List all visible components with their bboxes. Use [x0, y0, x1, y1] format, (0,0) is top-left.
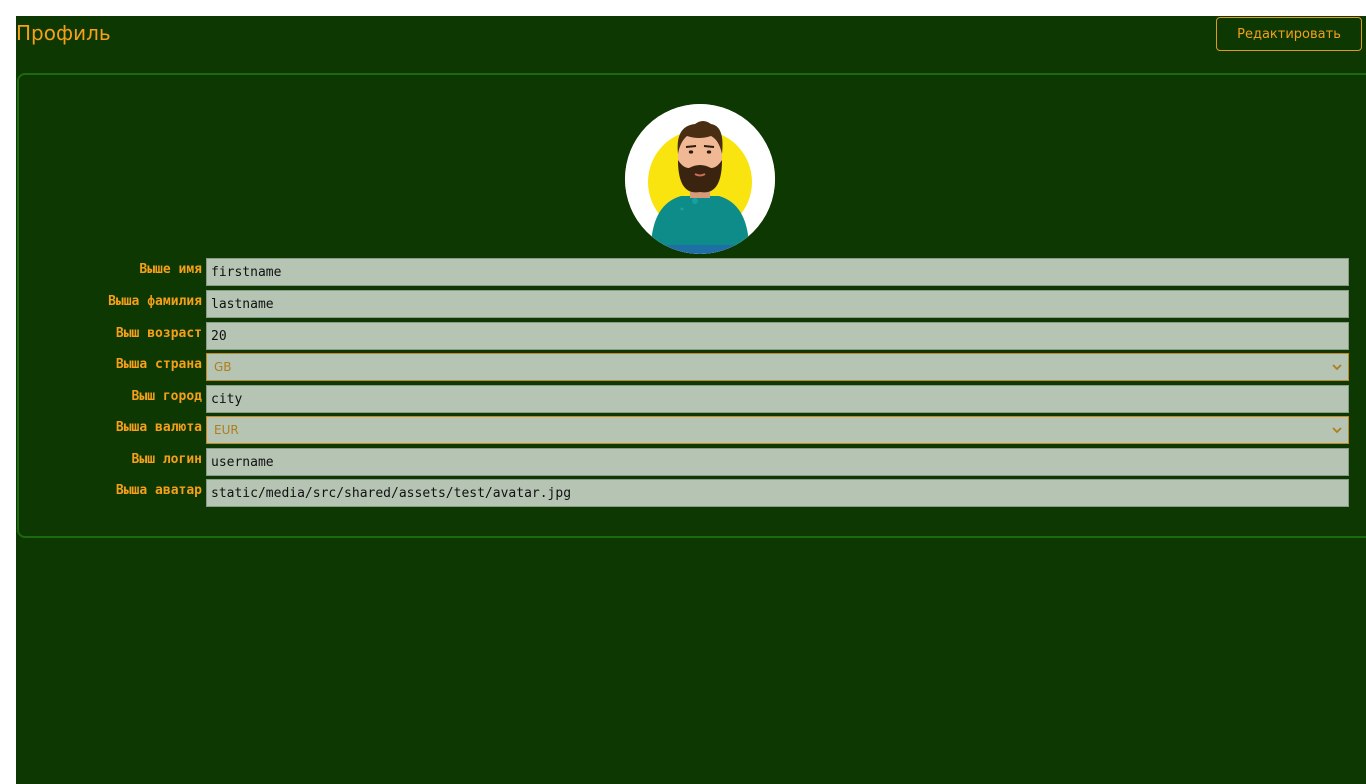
- firstname-field[interactable]: [206, 258, 1349, 286]
- app-root: Профиль Редактировать Выше имя firstname…: [16, 16, 1366, 784]
- firstname-label: Выше имя: [139, 262, 202, 277]
- age-label: Выш возраст: [115, 326, 202, 341]
- currency-select[interactable]: EUR: [206, 416, 1349, 444]
- country-select-value: GB: [214, 360, 232, 374]
- avatar-bearded-man-icon: [625, 104, 775, 254]
- avatar: [625, 104, 775, 254]
- page-title: Профиль: [16, 21, 111, 45]
- age-field[interactable]: [206, 322, 1349, 350]
- country-label: Выша страна: [115, 357, 202, 372]
- city-label: Выш город: [131, 389, 202, 404]
- currency-select-value: EUR: [214, 423, 239, 437]
- chevron-down-icon: [1332, 427, 1342, 434]
- chevron-down-icon: [1332, 364, 1342, 371]
- avatar-label: Выша аватар: [115, 483, 202, 498]
- city-field[interactable]: [206, 385, 1349, 413]
- edit-button[interactable]: Редактировать: [1216, 17, 1362, 51]
- username-field[interactable]: [206, 448, 1349, 476]
- country-select[interactable]: GB: [206, 353, 1349, 381]
- avatar-url-field[interactable]: [206, 479, 1349, 507]
- lastname-field[interactable]: [206, 290, 1349, 318]
- profile-card: Выше имя Выша фамилия Выш возраст Выша с…: [17, 73, 1366, 538]
- lastname-label: Выша фамилия: [108, 294, 202, 309]
- currency-label: Выша валюта: [115, 420, 202, 435]
- username-label: Выш логин: [131, 452, 202, 467]
